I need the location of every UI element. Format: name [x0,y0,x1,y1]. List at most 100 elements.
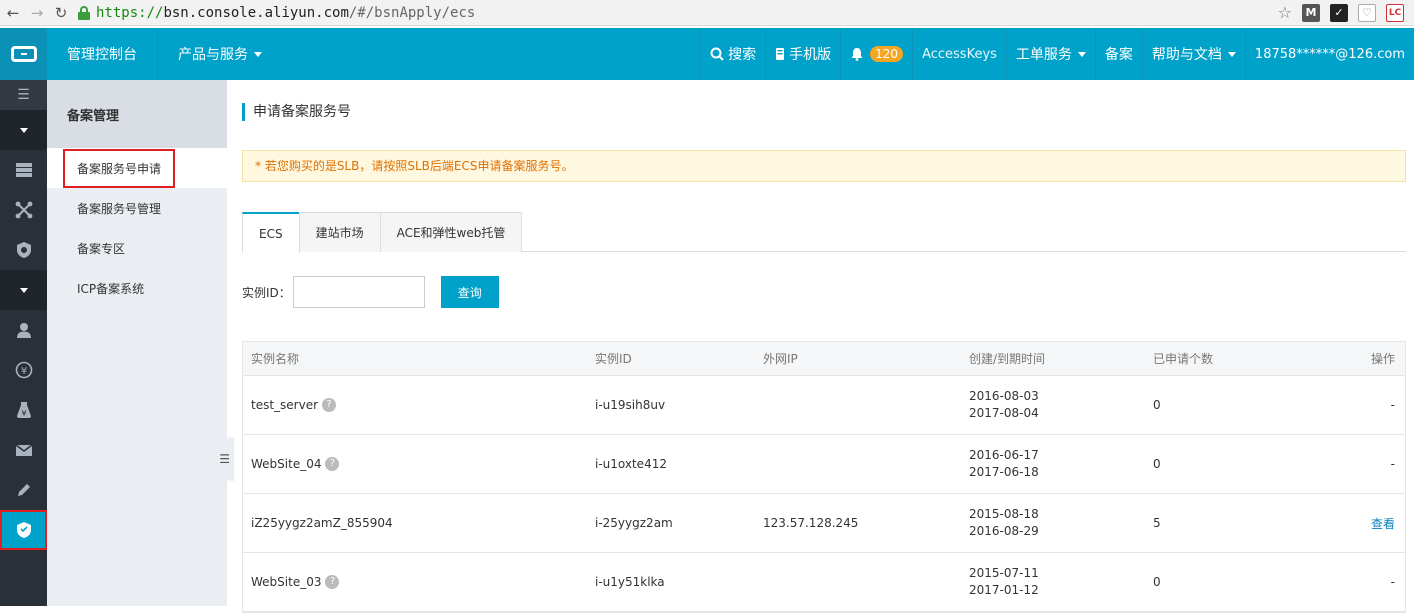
pencil-icon[interactable] [0,470,47,510]
money-bag-icon[interactable]: ¥ [0,390,47,430]
created-date: 2016-08-03 [969,389,1039,403]
hamburger-menu-icon[interactable]: ☰ [0,80,47,110]
bookmark-star-icon[interactable]: ☆ [1278,3,1292,22]
extension-shield-icon[interactable]: ♡ [1358,3,1376,22]
address-bar[interactable]: https://bsn.console.aliyun.com/#/bsnAppl… [96,5,475,21]
column-header-id: 实例ID [595,352,632,366]
time-cell: 2015-07-11 2017-01-12 [961,565,1145,599]
count-cell: 0 [1153,575,1161,589]
reload-icon[interactable]: ↻ [50,2,72,24]
column-header-ip: 外网IP [763,352,798,366]
help-label: 帮助与文档 [1151,47,1222,63]
sidebar-item-beian-zone[interactable]: 备案专区 [47,228,227,268]
beian-shield-icon[interactable] [0,510,47,550]
url-scheme: https:// [96,4,164,21]
collapse-group-toggle-2[interactable] [0,270,47,310]
table-row: WebSite_04? i-u1oxte412 2016-06-17 2017-0… [243,435,1405,494]
instance-name-cell: WebSite_03? [243,575,587,590]
console-link[interactable]: 管理控制台 [47,28,158,80]
tickets-menu[interactable]: 工单服务 [1005,28,1095,80]
instance-table: 实例名称 实例ID 外网IP 创建/到期时间 已申请个数 操作 test_ser… [242,341,1406,613]
svg-text:¥: ¥ [20,366,26,377]
triangle-down-icon [19,127,28,133]
instance-name: iZ25yygz2amZ_855904 [251,516,393,530]
collapse-group-toggle[interactable] [0,110,47,150]
instance-id-cell: i-25yygz2am [595,516,673,530]
notifications[interactable]: 120 [840,28,912,80]
help-icon[interactable]: ? [322,398,337,413]
server-icon[interactable] [0,150,47,190]
view-link[interactable]: 查看 [1371,517,1395,531]
instance-name-cell: iZ25yygz2amZ_855904 [243,516,587,530]
main-content: 申请备案服务号 * 若您购买的是SLB，请按照SLB后端ECS申请备案服务号。 … [242,80,1406,613]
instance-name-cell: WebSite_04? [243,457,587,472]
chevron-down-icon [254,51,262,57]
mail-icon[interactable] [0,430,47,470]
sidebar-item-icp-system[interactable]: ICP备案系统 [47,268,227,308]
time-cell: 2016-08-03 2017-08-04 [961,388,1145,422]
created-date: 2015-08-18 [969,507,1039,521]
count-cell: 0 [1153,457,1161,471]
notification-count-badge: 120 [870,46,904,62]
instance-id-cell: i-u1y51klka [595,575,665,589]
created-date: 2016-06-17 [969,448,1039,462]
search-label: 搜索 [728,47,757,63]
action-cell: - [1390,398,1395,412]
instance-id-label: 实例ID： [242,285,291,300]
page-title: 申请备案服务号 [242,103,351,121]
bell-icon [851,48,863,61]
help-icon[interactable]: ? [325,457,340,472]
aliyun-logo-icon[interactable] [0,28,47,80]
beian-sidebar: 备案管理 备案服务号申请 备案服务号管理 备案专区 ICP备案系统 [47,80,227,606]
back-icon[interactable]: ← [2,2,24,24]
extension-check-icon[interactable]: ✓ [1330,3,1348,22]
user-icon[interactable] [0,310,47,350]
sidebar-item-apply-service-number[interactable]: 备案服务号申请 [47,148,227,188]
svg-text:¥: ¥ [21,409,26,418]
shield-icon[interactable] [0,230,47,270]
accesskeys-link[interactable]: AccessKeys [912,28,1006,80]
mobile-icon [776,48,785,60]
search-link[interactable]: 搜索 [700,28,765,80]
tickets-label: 工单服务 [1015,47,1072,63]
column-header-action: 操作 [1370,352,1395,366]
expire-date: 2017-08-04 [969,406,1039,420]
forward-icon[interactable]: → [26,2,48,24]
table-row: WebSite_03? i-u1y51klka 2015-07-11 2017-0… [243,553,1405,612]
count-cell: 0 [1153,398,1161,412]
collapse-list-icon: ☰ [219,452,230,466]
mobile-link[interactable]: 手机版 [765,28,840,80]
action-cell: 查看 [1305,515,1405,532]
products-menu[interactable]: 产品与服务 [158,28,274,80]
extension-m-icon[interactable]: M [1302,3,1320,22]
sidebar-title: 备案管理 [47,80,227,148]
sidebar-item-manage-service-number[interactable]: 备案服务号管理 [47,188,227,228]
sidebar-item-label: 备案服务号申请 [63,148,176,188]
extension-lc-icon[interactable]: LC [1386,3,1404,22]
icon-rail: ☰ ¥ ¥ [0,80,47,606]
network-icon[interactable] [0,190,47,230]
query-button[interactable]: 查询 [440,276,499,308]
instance-id-input[interactable] [292,276,425,308]
count-cell: 5 [1153,516,1161,530]
tab-ecs[interactable]: ECS [242,212,300,253]
yen-icon[interactable]: ¥ [0,350,47,390]
help-menu[interactable]: 帮助与文档 [1141,28,1245,80]
top-navbar: 管理控制台 产品与服务 搜索 手机版 120 AccessKeys 工单服务 备… [0,28,1414,80]
user-account-menu[interactable]: 18758******@126.com [1244,28,1414,80]
instance-name-cell: test_server? [243,398,587,413]
triangle-down-icon [19,287,28,293]
beian-link[interactable]: 备案 [1094,28,1142,80]
instance-id-cell: i-u19sih8uv [595,398,666,412]
chevron-down-icon [1227,51,1236,57]
tab-ace-web-hosting[interactable]: ACE和弹性web托管 [379,212,523,252]
slb-notice: * 若您购买的是SLB，请按照SLB后端ECS申请备案服务号。 [242,150,1406,182]
instance-search: 实例ID： 查询 [242,276,499,308]
lock-icon [78,5,90,20]
tab-site-market[interactable]: 建站市场 [298,212,381,252]
column-header-count: 已申请个数 [1153,352,1214,366]
action-cell: - [1390,457,1395,471]
column-header-name: 实例名称 [251,352,300,366]
help-icon[interactable]: ? [325,575,340,590]
instance-id-cell: i-u1oxte412 [595,457,667,471]
